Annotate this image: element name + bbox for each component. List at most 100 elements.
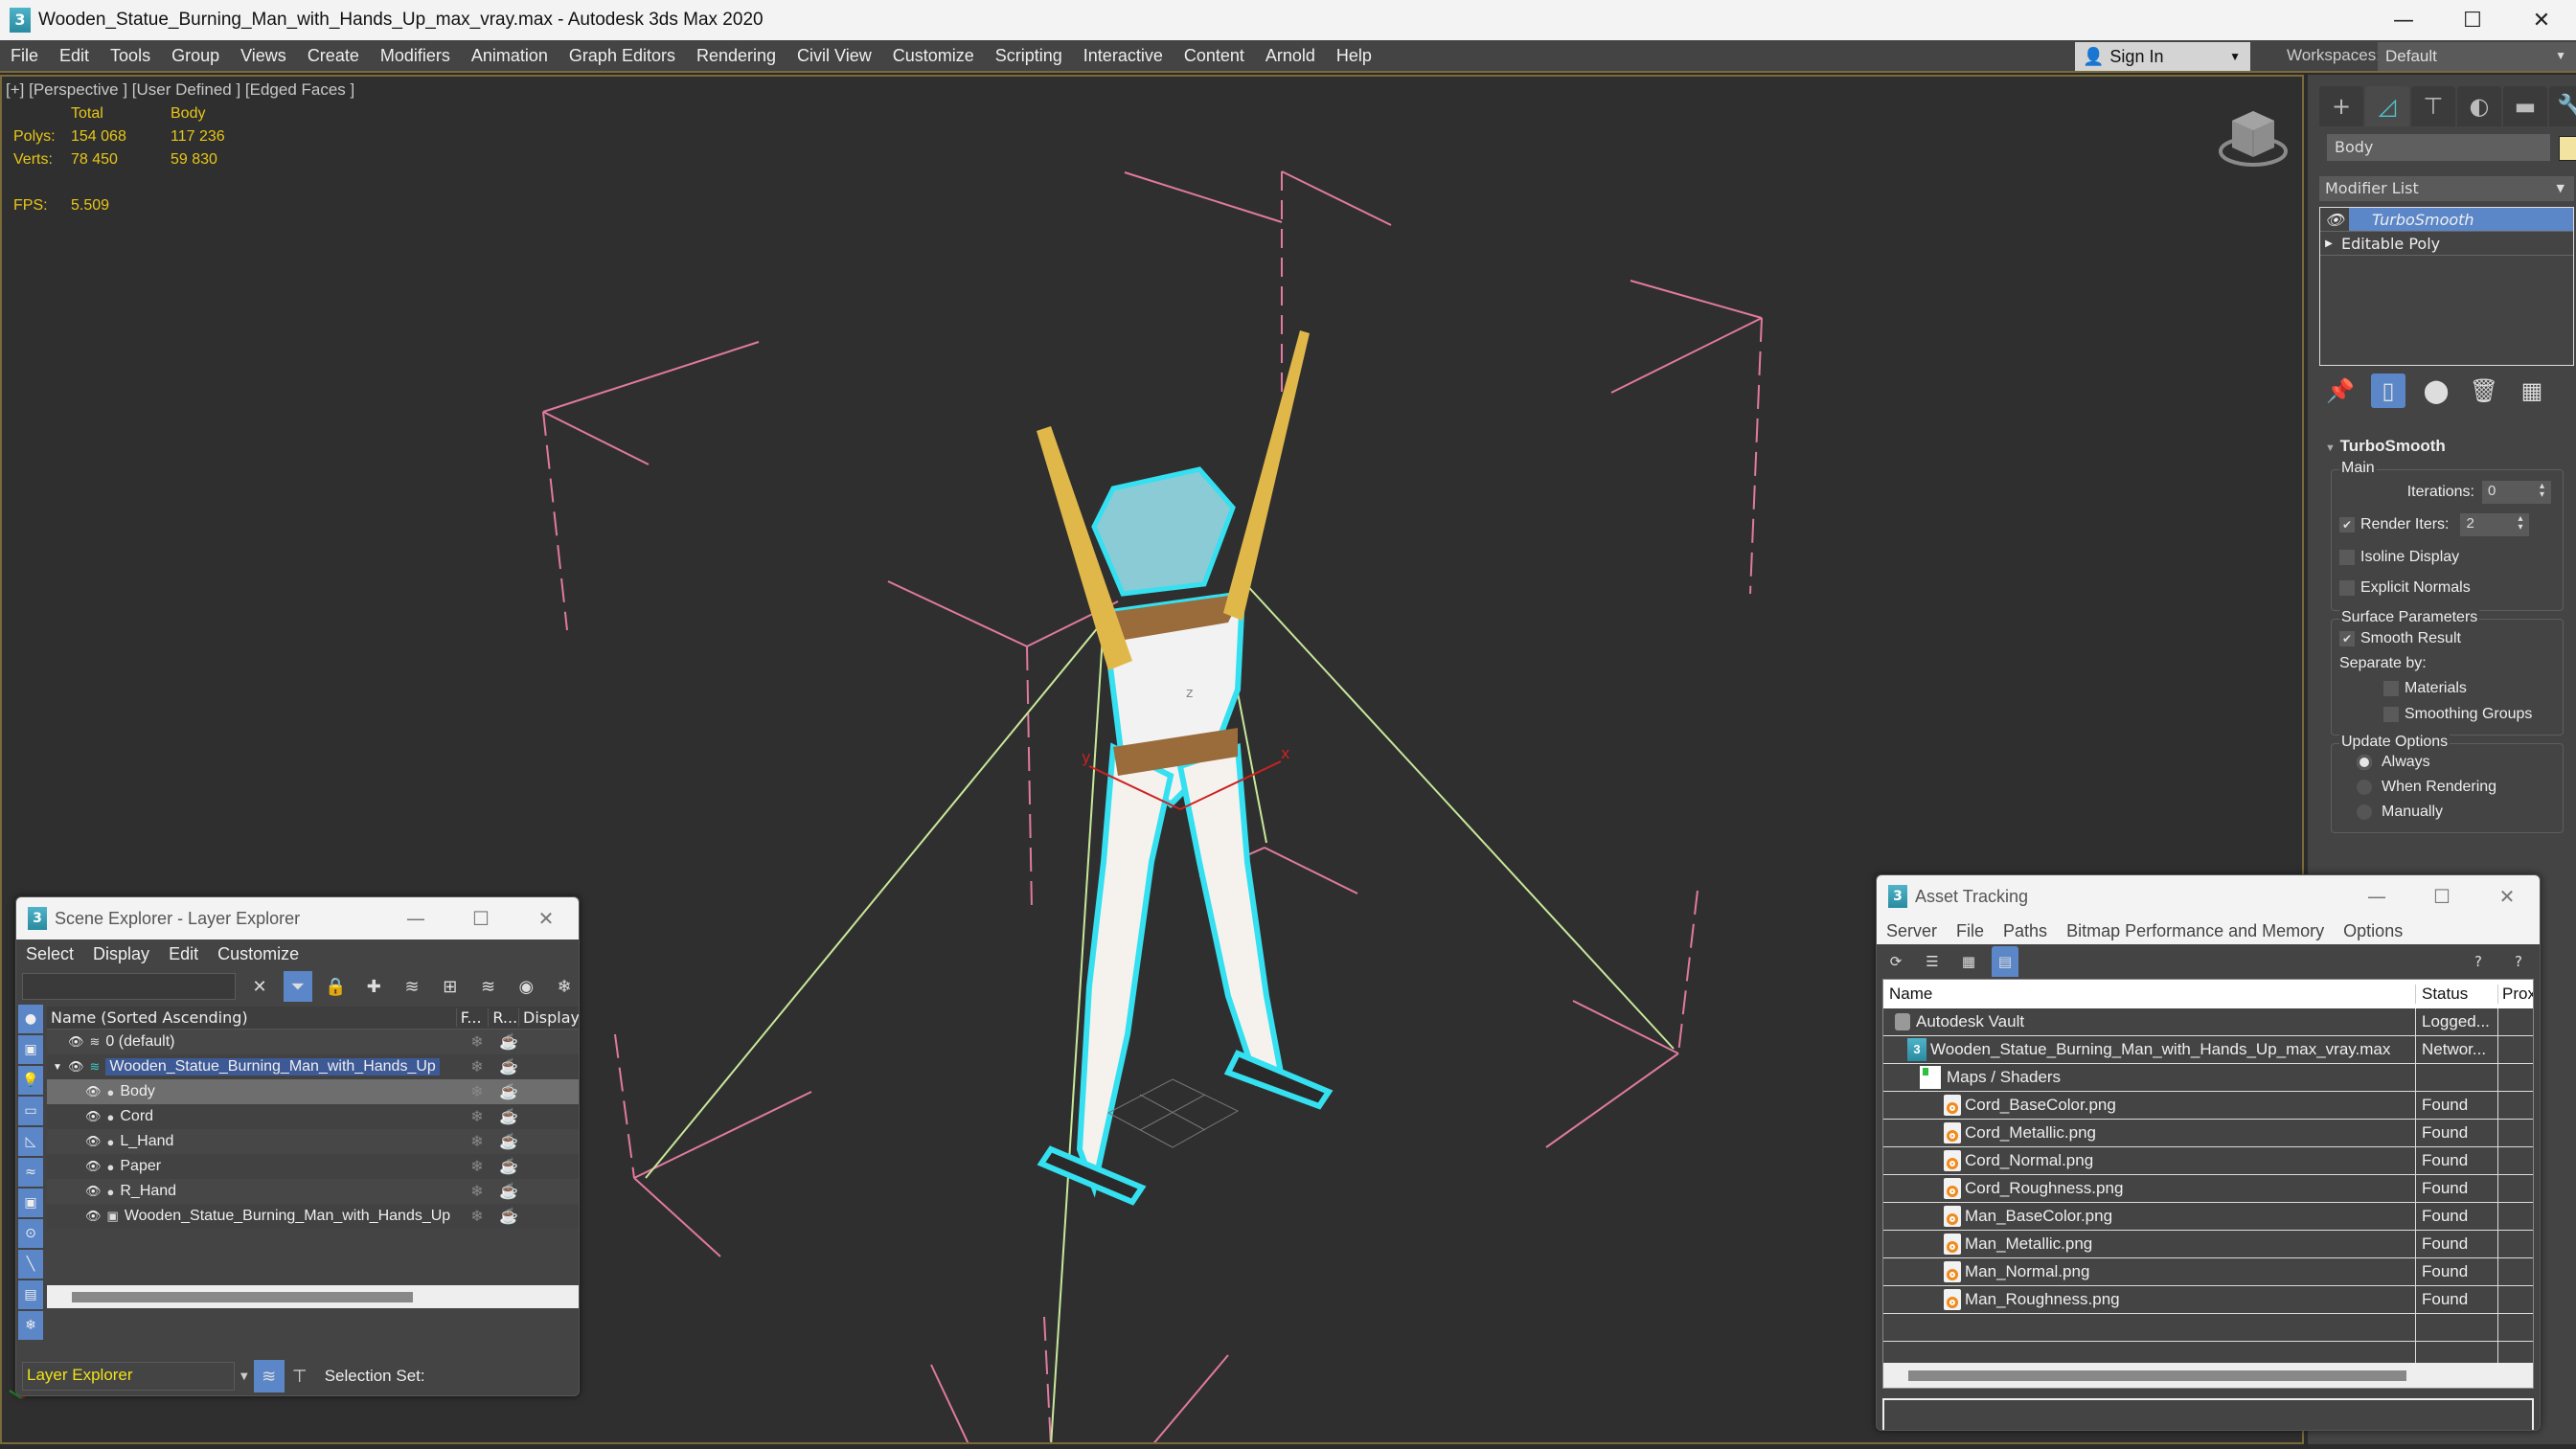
- asset-row[interactable]: Cord_Roughness.png Found: [1883, 1175, 2533, 1203]
- menu-animation[interactable]: Animation: [461, 46, 559, 66]
- object-color-swatch[interactable]: [2559, 136, 2576, 161]
- menu-scripting[interactable]: Scripting: [985, 46, 1073, 66]
- create-icon[interactable]: +: [2319, 86, 2363, 126]
- layer-tree-row[interactable]: 👁 ● L_Hand ❄ ☕: [47, 1129, 579, 1154]
- light-filter-icon[interactable]: 💡: [18, 1066, 43, 1095]
- renderable-toggle-icon[interactable]: ☕: [493, 1082, 524, 1101]
- visibility-eye-icon[interactable]: 👁: [68, 1059, 84, 1075]
- menu-civil-view[interactable]: Civil View: [786, 46, 882, 66]
- close-icon[interactable]: ✕: [2474, 875, 2540, 917]
- smoothing-groups-checkbox[interactable]: [2383, 707, 2399, 722]
- search-input[interactable]: [22, 973, 237, 1000]
- sign-in-button[interactable]: 👤 Sign In ▼: [2075, 42, 2250, 71]
- thumbnail-view-icon[interactable]: ▦: [1955, 946, 1982, 977]
- freeze-toggle-icon[interactable]: ❄: [461, 1207, 493, 1226]
- layer-tree-row[interactable]: 👁 ● Body ❄ ☕: [47, 1079, 579, 1104]
- display-all-icon[interactable]: ●: [18, 1005, 43, 1033]
- visibility-eye-icon[interactable]: 👁: [85, 1209, 102, 1224]
- modifier-list-dropdown[interactable]: Modifier List ▼: [2319, 176, 2574, 201]
- pin-stack-icon[interactable]: 📌: [2323, 374, 2358, 408]
- layer-tree-row[interactable]: 👁 ● Cord ❄ ☕: [47, 1104, 579, 1129]
- expand-arrow-icon[interactable]: ▼: [53, 1062, 64, 1073]
- bone-filter-icon[interactable]: ╲: [18, 1250, 43, 1279]
- motion-icon[interactable]: ◐: [2457, 86, 2501, 126]
- hide-layer-icon[interactable]: ◉: [512, 971, 540, 1002]
- horizontal-scrollbar[interactable]: [47, 1285, 579, 1308]
- menu-edit[interactable]: Edit: [49, 46, 100, 66]
- asset-row[interactable]: Autodesk Vault Logged...: [1883, 1008, 2533, 1036]
- utilities-icon[interactable]: 🔧: [2549, 86, 2576, 126]
- asset-row[interactable]: Man_BaseColor.png Found: [1883, 1203, 2533, 1231]
- menu-select[interactable]: Select: [16, 944, 83, 964]
- renderable-toggle-icon[interactable]: ☕: [493, 1057, 524, 1076]
- configure-modifier-sets-icon[interactable]: ▦: [2515, 374, 2549, 408]
- renderable-toggle-icon[interactable]: ☕: [493, 1107, 524, 1126]
- column-name[interactable]: Name (Sorted Ascending): [47, 1008, 456, 1027]
- asset-row[interactable]: Cord_Metallic.png Found: [1883, 1120, 2533, 1147]
- render-iters-checkbox[interactable]: ✔: [2339, 517, 2355, 532]
- viewcube-icon[interactable]: [2215, 105, 2291, 172]
- iterations-spinner[interactable]: 0: [2482, 481, 2551, 504]
- stack-item-editable-poly[interactable]: ▶ Editable Poly: [2320, 232, 2573, 256]
- menu-customize[interactable]: Customize: [208, 944, 308, 964]
- table-view-icon[interactable]: ▤: [1992, 946, 2018, 977]
- layer-tree-row[interactable]: ▼ 👁 ≋ Wooden_Statue_Burning_Man_with_Hands_…: [47, 1054, 579, 1079]
- scene-explorer-titlebar[interactable]: 3 Scene Explorer - Layer Explorer — ☐ ✕: [16, 897, 579, 940]
- freeze-toggle-icon[interactable]: ❄: [461, 1107, 493, 1126]
- expand-arrow-icon[interactable]: ▶: [2320, 238, 2337, 249]
- hierarchy-view-icon[interactable]: ⊤: [285, 1360, 315, 1392]
- asset-row[interactable]: Man_Metallic.png Found: [1883, 1231, 2533, 1258]
- column-display[interactable]: Display: [518, 1008, 579, 1027]
- menu-bitmap-performance-and-memory[interactable]: Bitmap Performance and Memory: [2057, 921, 2334, 941]
- asset-row[interactable]: Cord_BaseColor.png Found: [1883, 1092, 2533, 1120]
- smooth-result-checkbox[interactable]: ✔: [2339, 631, 2355, 646]
- visibility-eye-icon[interactable]: 👁: [85, 1084, 102, 1099]
- column-proxy[interactable]: Prox: [2498, 985, 2533, 1004]
- renderable-toggle-icon[interactable]: ☕: [493, 1032, 524, 1052]
- help-icon[interactable]: ?: [2465, 946, 2492, 977]
- explorer-mode-dropdown[interactable]: Layer Explorer: [22, 1362, 235, 1391]
- visibility-eye-icon[interactable]: 👁: [85, 1184, 102, 1199]
- filter-icon[interactable]: ⏷: [283, 971, 312, 1002]
- asset-row[interactable]: Man_Roughness.png Found: [1883, 1286, 2533, 1314]
- menu-rendering[interactable]: Rendering: [686, 46, 786, 66]
- column-renderable[interactable]: R...: [488, 1008, 518, 1027]
- materials-checkbox[interactable]: [2383, 681, 2399, 696]
- asset-row[interactable]: Cord_Normal.png Found: [1883, 1147, 2533, 1175]
- menu-help[interactable]: Help: [1326, 46, 1382, 66]
- lock-icon[interactable]: 🔒: [322, 971, 351, 1002]
- menu-display[interactable]: Display: [83, 944, 159, 964]
- scrollbar-thumb[interactable]: [1908, 1370, 2406, 1381]
- layer-tree-row[interactable]: 👁 ≋ 0 (default) ❄ ☕: [47, 1030, 579, 1054]
- update-always-radio[interactable]: [2357, 755, 2372, 770]
- menu-graph-editors[interactable]: Graph Editors: [559, 46, 686, 66]
- eye-icon[interactable]: 👁: [2320, 208, 2349, 231]
- menu-content[interactable]: Content: [1174, 46, 1255, 66]
- clear-search-icon[interactable]: ✕: [245, 971, 274, 1002]
- workspaces-dropdown[interactable]: Default ▼: [2378, 42, 2576, 71]
- refresh-icon[interactable]: ⟳: [1882, 946, 1909, 977]
- menu-tools[interactable]: Tools: [100, 46, 161, 66]
- container-filter-icon[interactable]: ▤: [18, 1280, 43, 1309]
- menu-create[interactable]: Create: [297, 46, 370, 66]
- asset-row[interactable]: 3 Wooden_Statue_Burning_Man_with_Hands_Up…: [1883, 1036, 2533, 1064]
- hierarchy-icon[interactable]: ⊤: [2411, 86, 2455, 126]
- visibility-eye-icon[interactable]: 👁: [68, 1034, 84, 1050]
- visibility-eye-icon[interactable]: 👁: [85, 1134, 102, 1149]
- renderable-toggle-icon[interactable]: ☕: [493, 1207, 524, 1226]
- renderable-toggle-icon[interactable]: ☕: [493, 1132, 524, 1151]
- hierarchy-icon[interactable]: ⊞: [436, 971, 465, 1002]
- scrollbar-thumb[interactable]: [72, 1292, 413, 1302]
- viewport-label[interactable]: [+] [Perspective ] [User Defined ] [Edge…: [6, 80, 354, 100]
- update-when-rendering-radio[interactable]: [2357, 780, 2372, 795]
- freeze-toggle-icon[interactable]: ❄: [461, 1157, 493, 1176]
- freeze-toggle-icon[interactable]: ❄: [461, 1182, 493, 1201]
- frozen-filter-icon[interactable]: ❄: [18, 1311, 43, 1340]
- layer-tree-row[interactable]: 👁 ▣ Wooden_Statue_Burning_Man_with_Hands_U…: [47, 1204, 579, 1229]
- freeze-layer-icon[interactable]: ❄: [550, 971, 579, 1002]
- maximize-icon[interactable]: ☐: [2409, 875, 2474, 917]
- menu-paths[interactable]: Paths: [1994, 921, 2057, 941]
- menu-edit[interactable]: Edit: [159, 944, 208, 964]
- menu-modifiers[interactable]: Modifiers: [370, 46, 461, 66]
- close-icon[interactable]: ✕: [2507, 0, 2576, 40]
